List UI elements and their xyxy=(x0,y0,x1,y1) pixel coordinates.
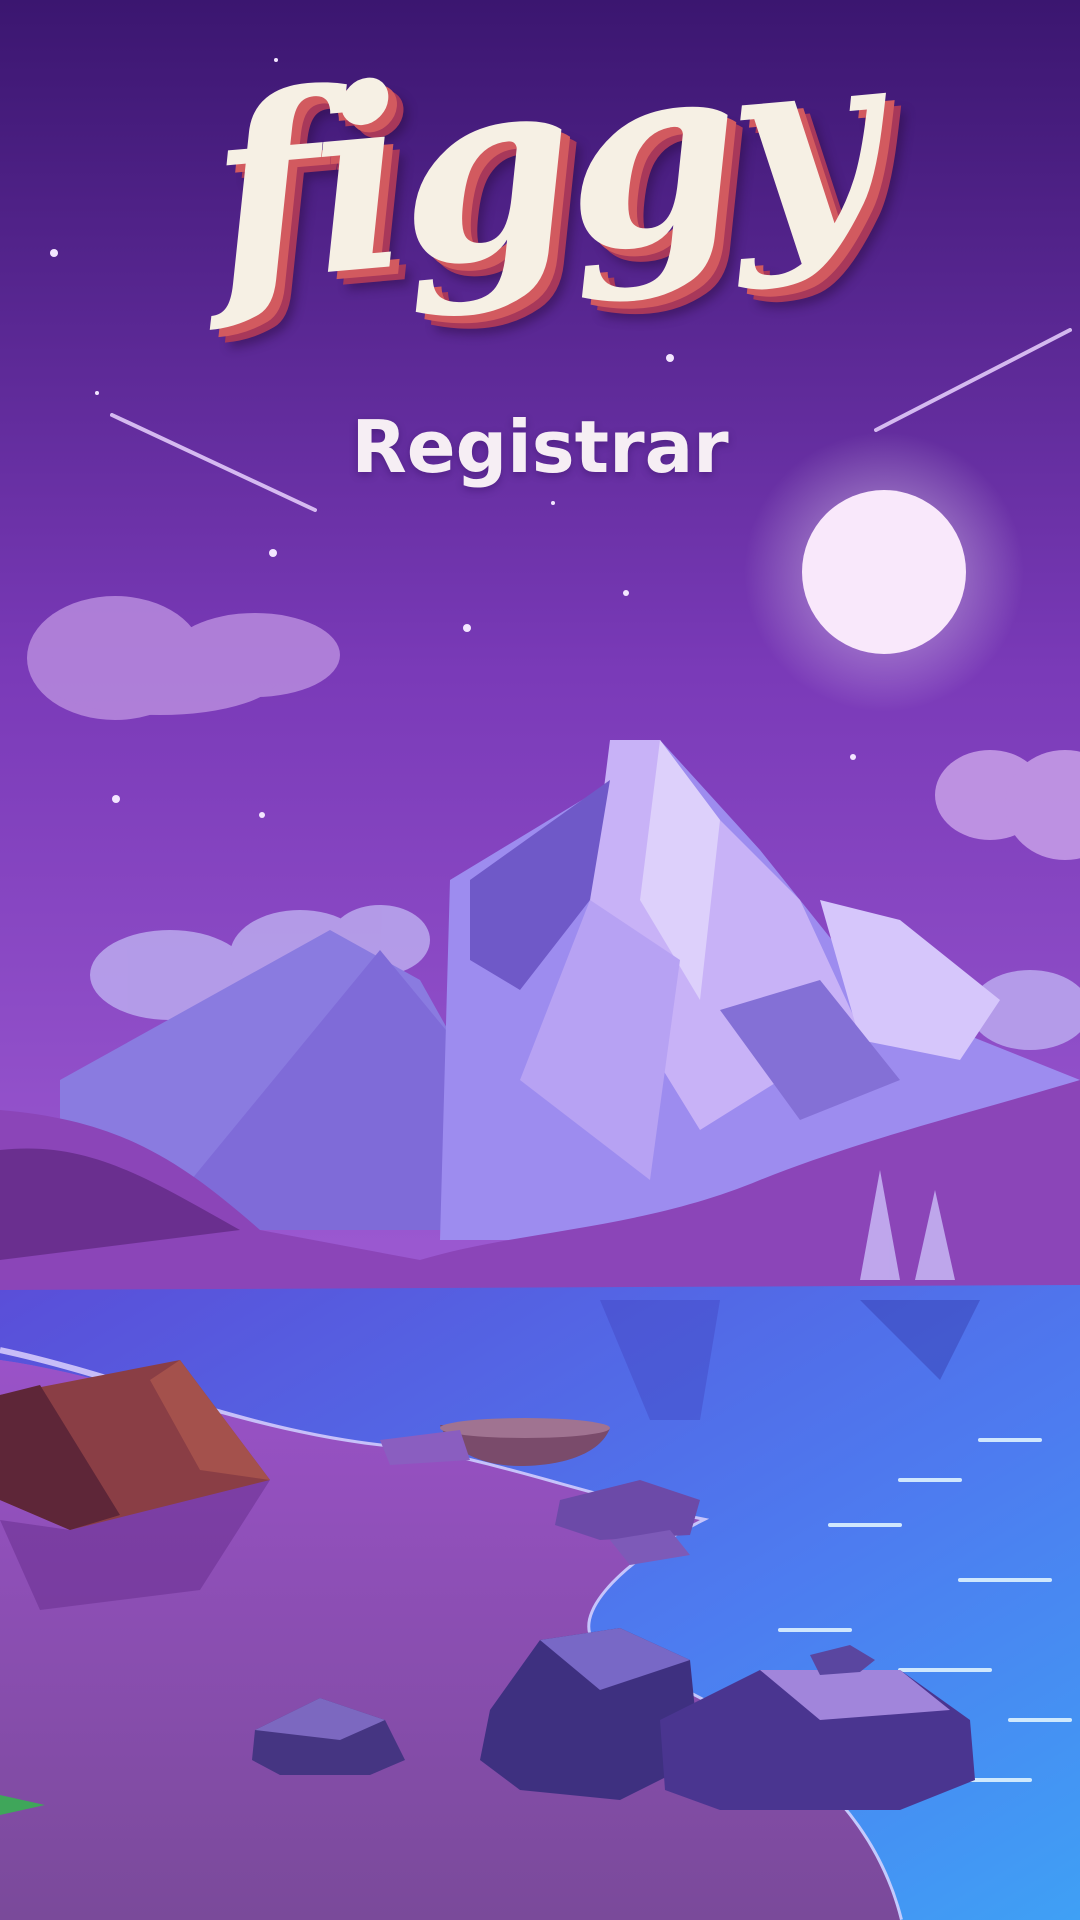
screen-title: Registrar xyxy=(351,405,729,489)
moon-icon xyxy=(802,490,966,654)
registration-screen: figgy Registrar xyxy=(0,0,1080,1920)
